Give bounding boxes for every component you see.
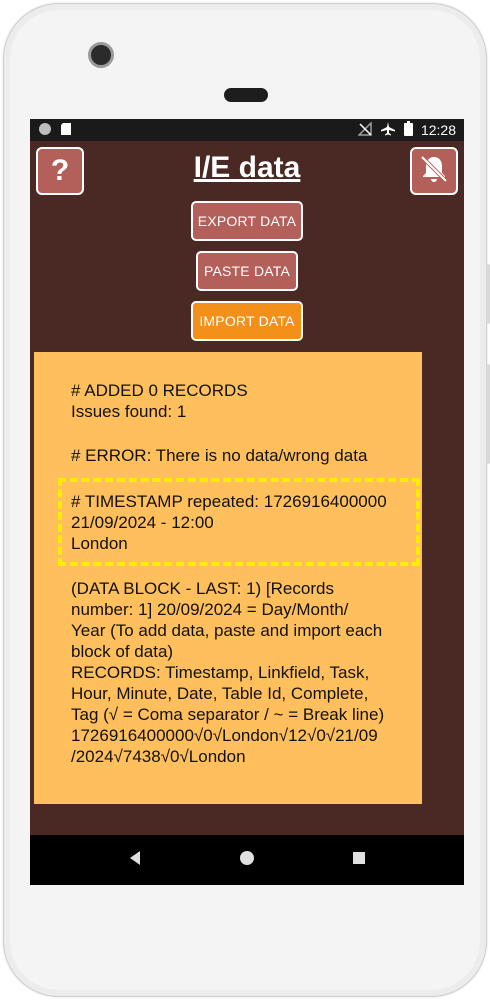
data-block-line-4: block of data) [71, 642, 174, 661]
timestamp-date-text: 21/09/2024 - 12:00 [71, 513, 214, 532]
sd-card-icon [60, 122, 72, 139]
import-data-button[interactable]: IMPORT DATA [191, 301, 303, 341]
error-text: # ERROR: There is no data/wrong data [71, 446, 368, 465]
battery-icon [403, 121, 413, 139]
data-block-line-9: /2024√7438√0√London [71, 747, 246, 766]
recents-icon[interactable] [352, 851, 366, 870]
paste-data-button[interactable]: PASTE DATA [196, 251, 298, 291]
navigation-bar [30, 835, 464, 885]
timestamp-repeated-text: # TIMESTAMP repeated: 1726916400000 [71, 492, 387, 511]
data-block-line-8: 1726916400000√0√London√12√0√21/09 [71, 726, 378, 745]
data-block-line-3: Year (To add data, paste and import each [71, 621, 383, 640]
no-signal-icon [357, 120, 372, 139]
data-block-line-1: (DATA BLOCK - LAST: 1) [Records [71, 579, 334, 598]
home-icon[interactable] [239, 850, 255, 871]
back-icon[interactable] [128, 850, 142, 871]
timestamp-location-text: London [71, 534, 128, 553]
front-camera [88, 42, 114, 68]
issues-found-text: Issues found: 1 [71, 402, 187, 421]
import-result-panel: # ADDED 0 RECORDS Issues found: 1 # ERRO… [34, 352, 422, 804]
phone-frame: 12:28 ? I/E data EXPORT DATA PASTE DATA … [3, 3, 490, 997]
app-bar: ? I/E data [30, 141, 464, 197]
data-block-line-5: RECORDS: Timestamp, Linkfield, Task, [71, 663, 370, 682]
volume-button [486, 364, 490, 464]
data-block-line-6: Hour, Minute, Date, Table Id, Complete, [71, 684, 369, 703]
screen: 12:28 ? I/E data EXPORT DATA PASTE DATA … [30, 119, 464, 885]
clock: 12:28 [420, 122, 456, 138]
bell-off-icon [417, 152, 451, 191]
power-button [486, 264, 490, 324]
earpiece-speaker [224, 88, 268, 102]
export-data-button[interactable]: EXPORT DATA [191, 201, 303, 241]
data-block-line-7: Tag (√ = Coma separator / ~ = Break line… [71, 705, 385, 724]
record-icon [38, 122, 52, 139]
page-title: I/E data [193, 151, 301, 184]
notifications-toggle-button[interactable] [410, 147, 458, 195]
airplane-icon [380, 121, 396, 139]
data-block-line-2: number: 1] 20/09/2024 = Day/Month/ [71, 600, 349, 619]
status-bar: 12:28 [30, 119, 464, 141]
added-records-text: # ADDED 0 RECORDS [71, 381, 248, 400]
